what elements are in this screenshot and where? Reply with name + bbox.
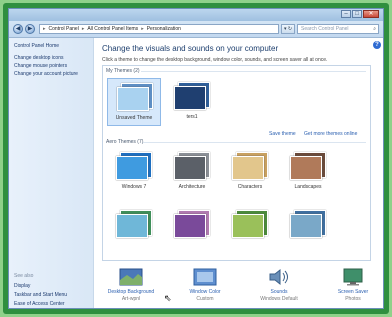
theme-thumbnail — [174, 210, 210, 238]
address-row: ◀ ▶ ▸ Control Panel ▸ All Control Panel … — [9, 21, 383, 38]
themes-list[interactable]: My Themes (2) Unsaved Theme ters1 Save t… — [102, 65, 371, 261]
theme-nature-1[interactable] — [107, 206, 161, 254]
theme-thumbnail — [174, 82, 210, 110]
divider — [143, 142, 366, 143]
aero-themes-label: Aero Themes (7) — [106, 139, 144, 145]
theme-thumbnail — [174, 152, 210, 180]
theme-thumbnail — [116, 210, 152, 238]
theme-name: Landscapes — [294, 184, 322, 190]
option-label: Desktop Background — [107, 289, 155, 295]
theme-characters[interactable]: Characters — [223, 148, 277, 196]
theme-thumbnail — [290, 210, 326, 238]
theme-architecture[interactable]: Architecture — [165, 148, 219, 196]
theme-name: Windows 7 — [121, 184, 147, 190]
theme-name: Unsaved Theme — [115, 115, 153, 121]
search-placeholder: Search Control Panel — [301, 26, 349, 32]
sidebar-item-control-panel-home[interactable]: Control Panel Home — [14, 43, 59, 49]
theme-preview-front — [290, 156, 322, 180]
theme-preview-front — [174, 86, 206, 110]
option-value: Photos — [345, 296, 361, 302]
sounds-option[interactable]: Sounds Windows Default — [250, 266, 308, 308]
refresh-button[interactable]: ▾ ↻ — [281, 24, 295, 34]
theme-thumbnail — [117, 83, 153, 111]
option-label: Window Color — [189, 289, 221, 295]
theme-unsaved[interactable]: Unsaved Theme — [107, 78, 161, 126]
theme-thumbnail — [232, 210, 268, 238]
main-content: ? Change the visuals and sounds on your … — [94, 38, 383, 308]
theme-preview-front — [116, 156, 148, 180]
address-bar[interactable]: ▸ Control Panel ▸ All Control Panel Item… — [39, 24, 279, 34]
crumb-separator: ▸ — [43, 26, 46, 32]
screen-saver-icon — [341, 268, 365, 286]
mouse-cursor-icon: ⇖ — [164, 293, 172, 303]
breadcrumb-all-items[interactable]: All Control Panel Items — [87, 26, 138, 32]
theme-nature-3[interactable] — [223, 206, 277, 254]
theme-ters1[interactable]: ters1 — [165, 78, 219, 126]
maximize-button[interactable]: □ — [352, 10, 362, 18]
sidebar-item-account-picture[interactable]: Change your account picture — [14, 71, 78, 77]
theme-name: ters1 — [186, 114, 198, 120]
crumb-separator: ▸ — [141, 26, 144, 32]
screen-saver-option[interactable]: Screen Saver Photos — [324, 266, 382, 308]
close-button[interactable]: ✕ — [363, 10, 379, 18]
help-icon[interactable]: ? — [373, 41, 381, 49]
theme-preview-front — [117, 87, 149, 111]
page-description: Click a theme to change the desktop back… — [102, 57, 328, 63]
minimize-button[interactable]: – — [341, 10, 351, 18]
search-input[interactable]: Search Control Panel ⌕ — [297, 24, 379, 34]
theme-thumbnail — [290, 152, 326, 180]
theme-thumbnail — [232, 152, 268, 180]
personalization-window: – □ ✕ ◀ ▶ ▸ Control Panel ▸ All Control … — [8, 8, 384, 309]
sidebar: Control Panel Home Change desktop icons … — [9, 38, 94, 308]
theme-preview-front — [116, 214, 148, 238]
my-themes-label: My Themes (2) — [106, 68, 140, 74]
window-color-icon — [193, 268, 217, 286]
breadcrumb-control-panel[interactable]: Control Panel — [49, 26, 79, 32]
theme-landscapes[interactable]: Landscapes — [281, 148, 335, 196]
theme-name: Characters — [237, 184, 263, 190]
theme-preview-front — [232, 214, 264, 238]
divider — [141, 71, 366, 72]
sidebar-item-taskbar[interactable]: Taskbar and Start Menu — [14, 292, 67, 298]
theme-thumbnail — [116, 152, 152, 180]
breadcrumb-personalization[interactable]: Personalization — [147, 26, 181, 32]
sounds-icon — [267, 268, 291, 286]
theme-windows-7[interactable]: Windows 7 — [107, 148, 161, 196]
save-theme-link[interactable]: Save theme — [269, 131, 296, 137]
sidebar-item-display[interactable]: Display — [14, 283, 30, 289]
theme-nature-2[interactable] — [165, 206, 219, 254]
theme-preview-front — [290, 214, 322, 238]
option-label: Screen Saver — [337, 289, 369, 295]
window-color-option[interactable]: Window Color Custom — [176, 266, 234, 308]
theme-name: Architecture — [178, 184, 206, 190]
crumb-separator: ▸ — [81, 26, 85, 32]
option-value: Windows Default — [260, 296, 298, 302]
option-value: Custom — [196, 296, 214, 302]
theme-preview-front — [174, 156, 206, 180]
get-more-themes-link[interactable]: Get more themes online — [304, 131, 357, 137]
theme-preview-front — [174, 214, 206, 238]
title-bar: – □ ✕ — [9, 9, 383, 21]
personalization-options: Desktop Background Art-wpnl ⇖ Window Col… — [102, 266, 383, 308]
back-button[interactable]: ◀ — [13, 24, 23, 34]
window-buttons: – □ ✕ — [341, 10, 379, 18]
theme-preview-front — [232, 156, 264, 180]
page-title: Change the visuals and sounds on your co… — [102, 44, 279, 53]
see-also-label: See also — [14, 273, 34, 279]
option-value: Art-wpnl — [121, 296, 141, 302]
desktop-background-option[interactable]: Desktop Background Art-wpnl ⇖ — [102, 266, 172, 308]
search-icon[interactable]: ⌕ — [373, 25, 376, 33]
forward-button[interactable]: ▶ — [25, 24, 35, 34]
option-label: Sounds — [270, 289, 288, 295]
theme-nature-4[interactable] — [281, 206, 335, 254]
desktop-background-icon — [119, 268, 143, 286]
sidebar-item-desktop-icons[interactable]: Change desktop icons — [14, 55, 63, 61]
sidebar-item-ease-of-access[interactable]: Ease of Access Center — [14, 301, 65, 307]
sidebar-item-mouse-pointers[interactable]: Change mouse pointers — [14, 63, 67, 69]
